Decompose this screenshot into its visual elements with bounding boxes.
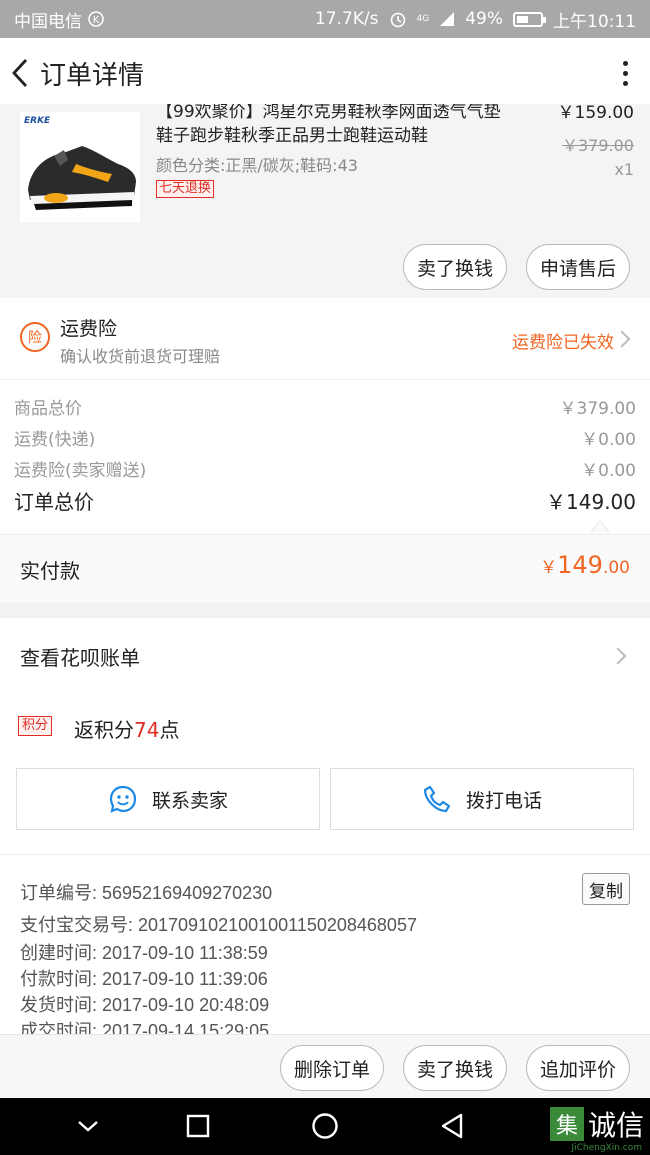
insurance-status: 运费险已失效 <box>512 333 614 353</box>
more-dot-icon <box>622 70 628 76</box>
battery-percent: 49% <box>465 9 503 29</box>
chevron-left-icon <box>12 59 28 87</box>
product-price: ￥159.00 <box>557 104 634 123</box>
paid-integer: 149 <box>557 551 603 579</box>
points-section: 积分 返积分74点 联系卖家 拨打电话 <box>0 696 650 854</box>
system-nav-bar: 集 诚信 JiChengXin.com <box>0 1098 650 1155</box>
insurance-icon: 险 <box>20 322 50 352</box>
paid-currency: ￥ <box>540 558 558 578</box>
huabei-bill-row[interactable]: 查看花呗账单 <box>0 618 650 696</box>
sneaker-image <box>28 146 136 210</box>
order-total-label: 订单总价 <box>14 490 94 514</box>
product-image[interactable]: ERKE <box>20 112 140 222</box>
created-time: 创建时间: 2017-09-10 11:38:59 <box>20 943 268 963</box>
back-button[interactable] <box>0 38 40 108</box>
paid-label: 实付款 <box>20 559 80 583</box>
signal-icon <box>440 12 455 26</box>
summary-row: 运费(快递) ￥0.00 <box>14 425 636 450</box>
product-variant: 颜色分类:正黑/碳灰;鞋码:43 <box>156 156 358 175</box>
shipped-time: 发货时间: 2017-09-10 20:48:09 <box>20 995 270 1015</box>
completed-time: 成交时间: 2017-09-14 15:29:05 <box>20 1021 270 1034</box>
watermark-logo: 集 <box>549 1107 584 1141</box>
summary-value: ￥0.00 <box>581 430 636 450</box>
watermark: 集 诚信 <box>549 1104 644 1144</box>
contact-seller-label: 联系卖家 <box>151 789 228 812</box>
paid-time: 付款时间: 2017-09-10 11:39:06 <box>20 969 268 989</box>
header-bar: 订单详情 <box>0 38 650 108</box>
after-sales-button[interactable]: 申请售后 <box>526 244 630 290</box>
points-suffix: 点 <box>159 718 180 742</box>
price-summary: 商品总价 ￥379.00 运费(快递) ￥0.00 运费险(卖家赠送) ￥0.0… <box>0 380 650 535</box>
paid-decimal: .00 <box>602 558 630 578</box>
clock: 上午10:11 <box>553 11 636 32</box>
brand-logo: ERKE <box>24 116 51 126</box>
summary-label: 运费险(卖家赠送) <box>14 461 147 481</box>
battery-icon <box>513 11 546 27</box>
resell-button[interactable]: 卖了换钱 <box>403 1045 507 1091</box>
summary-value: ￥379.00 <box>559 399 636 419</box>
call-seller-label: 拨打电话 <box>465 789 542 812</box>
call-seller-button[interactable]: 拨打电话 <box>330 768 634 830</box>
nav-back-icon[interactable] <box>440 1112 464 1140</box>
carrier-label: 中国电信 <box>14 11 82 32</box>
summary-pointer <box>590 520 610 533</box>
watermark-text: 诚信 <box>587 1109 644 1142</box>
chevron-right-icon <box>613 330 631 348</box>
more-options-button[interactable] <box>600 38 650 108</box>
chat-bubble-icon <box>109 785 137 813</box>
paid-amount: ￥149.00 <box>540 551 630 579</box>
product-card[interactable]: ERKE 【99欢聚价】鸿星尔克男鞋秋季网面透气气垫鞋子跑步鞋秋季正品男士跑鞋运… <box>0 104 650 298</box>
watermark-subtext: JiChengXin.com <box>571 1143 642 1153</box>
chevron-right-icon <box>609 647 627 665</box>
nav-home-icon[interactable] <box>311 1112 339 1140</box>
alarm-icon <box>390 12 405 28</box>
phone-icon <box>423 785 451 813</box>
network-speed: 17.7K/s <box>314 9 379 29</box>
shipping-insurance-row[interactable]: 险 运费险 确认收货前退货可理赔 运费险已失效 <box>0 298 650 380</box>
paid-amount-row: 实付款 ￥149.00 <box>0 534 650 602</box>
delete-order-button[interactable]: 删除订单 <box>280 1045 384 1091</box>
points-amount: 74 <box>134 718 160 742</box>
more-dot-icon <box>622 80 628 86</box>
product-title[interactable]: 【99欢聚价】鸿星尔克男鞋秋季网面透气气垫鞋子跑步鞋秋季正品男士跑鞋运动鞋 <box>156 104 516 148</box>
summary-row: 商品总价 ￥379.00 <box>14 394 636 419</box>
points-text: 返积分74点 <box>74 714 179 743</box>
alipay-trade-number: 支付宝交易号: 2017091021001001150208468057 <box>20 915 417 935</box>
order-info-section: 订单编号: 56952169409270230 复制 支付宝交易号: 20170… <box>0 854 650 1034</box>
page-title: 订单详情 <box>40 60 145 91</box>
huabei-bill-label: 查看花呗账单 <box>20 646 140 670</box>
points-prefix: 返积分 <box>74 718 134 742</box>
svg-text:K: K <box>93 15 100 26</box>
product-quantity: x1 <box>614 160 634 179</box>
insurance-title: 运费险 <box>60 318 118 340</box>
copy-order-number-button[interactable]: 复制 <box>582 873 630 905</box>
bottom-action-bar: 删除订单 卖了换钱 追加评价 <box>0 1034 650 1098</box>
summary-row: 运费险(卖家赠送) ￥0.00 <box>14 456 636 481</box>
status-bar: 中国电信 K 17.7K/s 4G 49% 上午10:11 <box>0 0 650 38</box>
summary-label: 运费(快递) <box>14 430 96 450</box>
return-policy-badge: 七天退换 <box>156 180 215 198</box>
summary-label: 商品总价 <box>14 399 82 419</box>
order-total-row: 订单总价 ￥149.00 <box>14 486 636 515</box>
summary-value: ￥0.00 <box>581 461 636 481</box>
order-number: 订单编号: 56952169409270230 <box>20 883 273 903</box>
points-badge: 积分 <box>18 716 53 736</box>
add-review-button[interactable]: 追加评价 <box>526 1045 630 1091</box>
more-dot-icon <box>622 60 628 66</box>
nfc-icon: K <box>88 11 104 27</box>
contact-seller-button[interactable]: 联系卖家 <box>16 768 320 830</box>
insurance-subtitle: 确认收货前退货可理赔 <box>60 347 221 366</box>
nav-recents-icon[interactable] <box>186 1114 210 1138</box>
network-type: 4G <box>416 13 430 24</box>
product-original-price: ￥379.00 <box>562 136 634 155</box>
nav-collapse-icon[interactable] <box>76 1116 100 1136</box>
order-total-value: ￥149.00 <box>546 490 636 514</box>
resell-button[interactable]: 卖了换钱 <box>403 244 507 290</box>
